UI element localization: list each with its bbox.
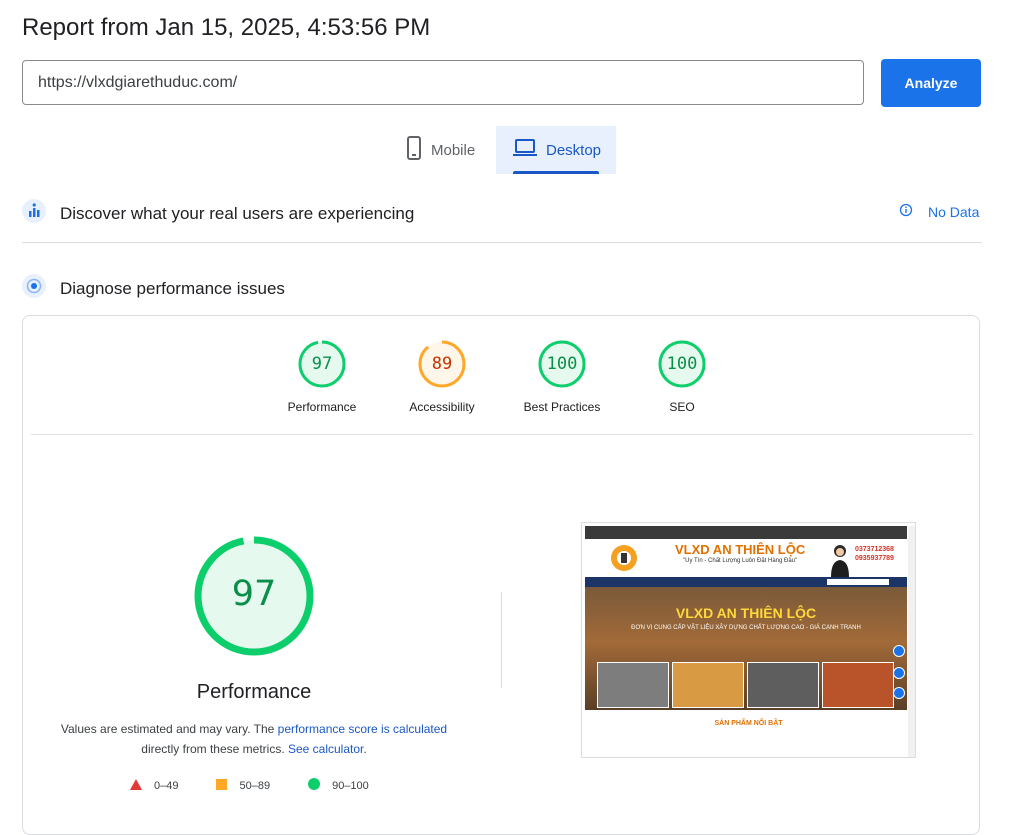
users-chart-icon bbox=[22, 199, 46, 228]
diagnose-target-icon bbox=[22, 274, 46, 303]
screenshot-hero-subtitle: ĐƠN VỊ CUNG CẤP VẬT LIỆU XÂY DỰNG CHẤT L… bbox=[631, 625, 861, 631]
orange-square-icon bbox=[216, 778, 228, 793]
legend-item-fail: 0–49 bbox=[130, 778, 179, 793]
score-value: 89 bbox=[431, 354, 453, 374]
score-legend: 0–49 50–89 90–100 bbox=[130, 778, 407, 793]
screenshot-topbar bbox=[585, 526, 907, 539]
screenshot-scrollbar bbox=[908, 526, 915, 757]
discover-text: Discover what your real users are experi… bbox=[60, 203, 415, 223]
score-value: 100 bbox=[546, 354, 578, 374]
legend-range: 50–89 bbox=[239, 779, 271, 792]
screenshot-phone-2: 0935937789 bbox=[855, 555, 894, 562]
report-title: Report from Jan 15, 2025, 4:53:56 PM bbox=[22, 14, 431, 41]
performance-score-gauge: 97 bbox=[193, 535, 315, 657]
tab-selected-indicator bbox=[513, 171, 599, 174]
screenshot-nav bbox=[585, 577, 907, 587]
performance-score-link[interactable]: performance score is calculated bbox=[278, 722, 447, 736]
legend-range: 90–100 bbox=[332, 779, 369, 792]
screenshot-phone: 0373712368 0935937789 bbox=[855, 545, 894, 563]
tab-mobile-label: Mobile bbox=[431, 141, 476, 159]
score-value: 97 bbox=[311, 354, 333, 374]
score-gauge-performance[interactable]: 97 Performance bbox=[267, 340, 377, 414]
description-suffix: . bbox=[363, 742, 367, 756]
scores-divider bbox=[31, 434, 973, 435]
vertical-divider bbox=[501, 592, 502, 688]
info-icon bbox=[899, 203, 928, 220]
screenshot-chat-icon bbox=[893, 667, 905, 679]
screenshot-map-icon bbox=[893, 645, 905, 657]
legend-range: 0–49 bbox=[154, 779, 179, 792]
score-gauge-accessibility[interactable]: 89 Accessibility bbox=[387, 340, 497, 414]
screenshot-product-tile bbox=[747, 662, 819, 708]
description-prefix: Values are estimated and may vary. The bbox=[60, 722, 278, 736]
screenshot-logo-icon bbox=[609, 543, 639, 578]
url-input[interactable] bbox=[22, 60, 864, 105]
score-gauge-seo[interactable]: 100 SEO bbox=[627, 340, 737, 414]
score-label: Best Practices bbox=[523, 400, 601, 414]
diagnose-section: Diagnose performance issues bbox=[22, 274, 285, 303]
red-triangle-icon bbox=[130, 778, 142, 793]
page-screenshot[interactable]: VLXD AN THIÊN LỘC "Uy Tín - Chất Lượng L… bbox=[581, 522, 916, 758]
tab-desktop[interactable]: Desktop bbox=[496, 126, 616, 174]
legend-item-average: 50–89 bbox=[216, 778, 271, 793]
screenshot-product-tile bbox=[672, 662, 744, 708]
no-data-label: No Data bbox=[928, 203, 980, 220]
screenshot-hero: VLXD AN THIÊN LỘC ĐƠN VỊ CUNG CẤP VẬT LI… bbox=[585, 587, 907, 710]
green-circle-icon bbox=[308, 778, 321, 793]
screenshot-phone-icon bbox=[893, 687, 905, 699]
screenshot-product-tile bbox=[822, 662, 894, 708]
score-label: SEO bbox=[669, 400, 695, 414]
performance-heading: Performance bbox=[196, 681, 312, 703]
discover-section: Discover what your real users are experi… bbox=[22, 199, 414, 228]
mobile-phone-icon bbox=[406, 136, 431, 164]
analyze-button[interactable]: Analyze bbox=[881, 59, 981, 107]
screenshot-header: VLXD AN THIÊN LỘC "Uy Tín - Chất Lượng L… bbox=[585, 539, 907, 577]
tab-mobile[interactable]: Mobile bbox=[398, 126, 496, 174]
score-gauge-best-practices[interactable]: 100 Best Practices bbox=[507, 340, 617, 414]
no-data-link[interactable]: No Data bbox=[899, 203, 979, 220]
score-description: Values are estimated and may vary. The p… bbox=[42, 719, 466, 759]
legend-item-pass: 90–100 bbox=[308, 778, 369, 793]
screenshot-section-title: SẢN PHẨM NỔI BẬT bbox=[714, 720, 783, 727]
screenshot-slogan: "Uy Tín - Chất Lượng Luôn Đặt Hàng Đầu" bbox=[683, 558, 798, 564]
screenshot-phone-1: 0373712368 bbox=[855, 546, 894, 553]
score-label: Performance bbox=[287, 400, 357, 414]
section-divider bbox=[22, 242, 982, 243]
tab-desktop-label: Desktop bbox=[546, 141, 602, 159]
screenshot-product-tile bbox=[597, 662, 669, 708]
see-calculator-link[interactable]: See calculator bbox=[288, 742, 363, 756]
screenshot-brand: VLXD AN THIÊN LỘC bbox=[675, 542, 806, 557]
description-middle: directly from these metrics. bbox=[141, 742, 288, 756]
diagnose-text: Diagnose performance issues bbox=[60, 278, 285, 298]
performance-score-value: 97 bbox=[231, 574, 277, 614]
laptop-icon bbox=[513, 139, 546, 161]
screenshot-hero-title: VLXD AN THIÊN LỘC bbox=[675, 605, 817, 621]
score-label: Accessibility bbox=[409, 400, 475, 414]
score-value: 100 bbox=[666, 354, 698, 374]
